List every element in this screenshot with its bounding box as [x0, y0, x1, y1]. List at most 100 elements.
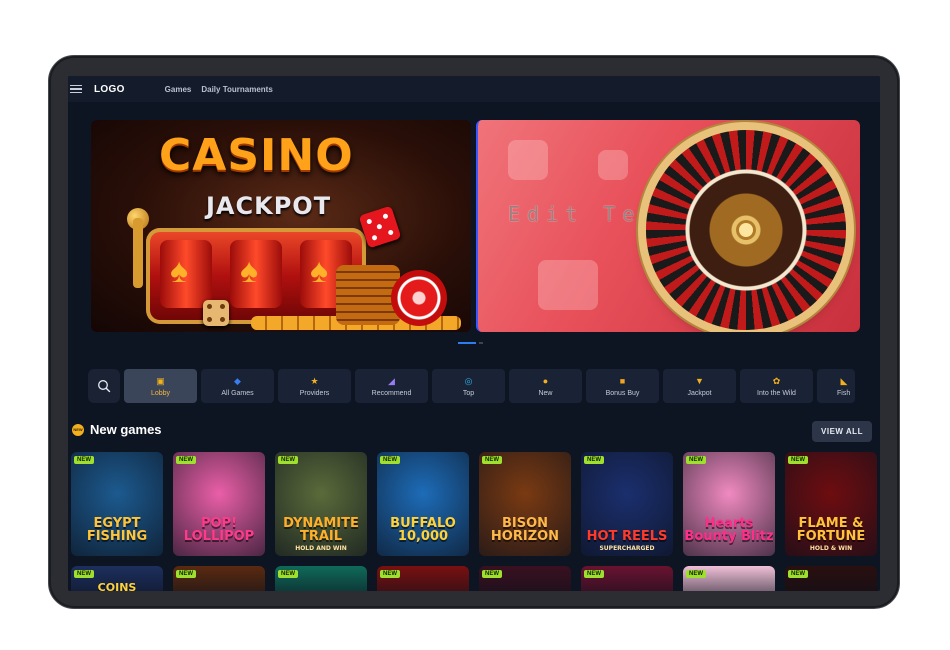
- category-new[interactable]: ● New: [509, 369, 582, 403]
- category-jackpot[interactable]: ▼ Jackpot: [663, 369, 736, 403]
- game-title: Hearts Bounty Blitz: [684, 515, 774, 545]
- new-badge: NEW: [686, 456, 706, 464]
- new-badge-icon: ●: [542, 376, 549, 386]
- game-title: BISON HORIZON: [490, 515, 560, 545]
- new-badge: NEW: [584, 570, 604, 578]
- fish-icon: ◣: [840, 376, 848, 386]
- category-all-games[interactable]: ◆ All Games: [201, 369, 274, 403]
- top-bar: LOGO Games Daily Tournaments: [68, 76, 880, 102]
- paw-icon: ✿: [772, 376, 781, 386]
- category-label: All Games: [221, 389, 254, 397]
- game-tile[interactable]: NEW: [377, 566, 469, 591]
- hamburger-menu-icon[interactable]: [70, 84, 82, 94]
- carousel-dot[interactable]: [479, 342, 483, 344]
- new-badge: NEW: [278, 456, 298, 464]
- new-badge: NEW: [380, 570, 400, 578]
- game-title: FLAME & FORTUNE: [796, 515, 866, 545]
- category-label: Fish: [837, 389, 851, 397]
- section-title: New games: [90, 422, 162, 437]
- new-badge: NEW: [788, 456, 808, 464]
- gold-dice-icon: [203, 300, 229, 326]
- game-title: COINS: [97, 581, 137, 591]
- logo[interactable]: LOGO: [94, 84, 125, 95]
- view-all-button[interactable]: VIEW ALL: [812, 421, 872, 442]
- new-badge: NEW: [380, 456, 400, 464]
- main-nav: Games Daily Tournaments: [165, 85, 273, 94]
- category-fish[interactable]: ◣ Fish: [817, 369, 855, 403]
- game-tile[interactable]: NEW HOT REELS SUPERCHARGED: [581, 452, 673, 556]
- gamepad-icon: ◆: [234, 376, 241, 386]
- slot-machine-icon: ♠ ♠ ♠: [146, 228, 366, 324]
- category-label: Bonus Buy: [605, 389, 640, 397]
- game-subtitle: HOLD & WIN: [809, 545, 853, 552]
- new-badge: NEW: [686, 570, 706, 578]
- banner-jackpot-subtitle: JACKPOT: [206, 192, 332, 220]
- game-tile[interactable]: NEW BUFFALO 10,000: [377, 452, 469, 556]
- new-badge: NEW: [584, 456, 604, 464]
- game-tile[interactable]: NEW POP! LOLLIPOP: [173, 452, 265, 556]
- game-tile[interactable]: NEW COINS: [71, 566, 163, 591]
- app-screen: LOGO Games Daily Tournaments CASINO JACK…: [68, 76, 880, 591]
- category-providers[interactable]: ★ Providers: [278, 369, 351, 403]
- game-tile[interactable]: NEW: [275, 566, 367, 591]
- game-tile[interactable]: NEW EGYPT FISHING: [71, 452, 163, 556]
- new-badge: NEW: [482, 570, 502, 578]
- new-badge: NEW: [278, 570, 298, 578]
- trophy-icon: ▼: [695, 376, 704, 386]
- game-tile[interactable]: NEW Hearts Bounty Blitz: [683, 452, 775, 556]
- category-label: Into the Wild: [757, 389, 796, 397]
- category-label: Top: [462, 389, 475, 397]
- gift-icon: ■: [619, 376, 626, 386]
- game-tile[interactable]: NEW DYNAMITE TRAIL HOLD AND WIN: [275, 452, 367, 556]
- category-label: Recommend: [371, 389, 412, 397]
- nav-daily-tournaments[interactable]: Daily Tournaments: [201, 85, 272, 94]
- game-title: EGYPT FISHING: [86, 515, 148, 545]
- megaphone-icon: ◢: [388, 376, 395, 386]
- lobby-icon: ▣: [156, 376, 165, 386]
- category-bonus-buy[interactable]: ■ Bonus Buy: [586, 369, 659, 403]
- game-title: POP! LOLLIPOP: [183, 515, 255, 545]
- game-title: DYNAMITE TRAIL: [283, 515, 359, 545]
- new-games-heading: NEW New games: [72, 422, 162, 437]
- new-games-badge-icon: NEW: [72, 423, 84, 436]
- category-lobby[interactable]: ▣ Lobby: [124, 369, 197, 403]
- search-button[interactable]: [88, 369, 120, 403]
- search-icon: [98, 380, 111, 393]
- category-label: Lobby: [150, 389, 171, 397]
- game-tile[interactable]: NEW BISON HORIZON: [479, 452, 571, 556]
- game-tile[interactable]: NEW: [785, 566, 877, 591]
- category-bar: ▣ Lobby ◆ All Games ★ Providers ◢ Recommend ◎ Top…: [88, 369, 855, 403]
- game-subtitle: HOLD AND WIN: [295, 545, 347, 552]
- category-recommend[interactable]: ◢ Recommend: [355, 369, 428, 403]
- game-tile[interactable]: NEW: [479, 566, 571, 591]
- game-tile[interactable]: NEW: [683, 566, 775, 591]
- new-badge: NEW: [74, 570, 94, 578]
- poker-chip-icon: [391, 270, 447, 326]
- roulette-wheel-icon: [646, 130, 846, 330]
- category-top[interactable]: ◎ Top: [432, 369, 505, 403]
- game-subtitle: SUPERCHARGED: [599, 545, 655, 552]
- target-icon: ◎: [464, 376, 473, 386]
- new-badge: NEW: [482, 456, 502, 464]
- new-badge: NEW: [74, 456, 94, 464]
- carousel-pagination: [458, 342, 483, 344]
- game-tile[interactable]: NEW: [581, 566, 673, 591]
- new-badge: NEW: [176, 570, 196, 578]
- category-label: Providers: [299, 389, 330, 397]
- games-grid: NEW EGYPT FISHING NEW POP! LOLLIPOP NEW DYNAM…: [71, 452, 877, 591]
- category-label: New: [538, 389, 553, 397]
- nav-games[interactable]: Games: [165, 85, 192, 94]
- game-tile[interactable]: NEW FLAME & FORTUNE HOLD & WIN: [785, 452, 877, 556]
- casino-jackpot-banner[interactable]: CASINO JACKPOT ♠ ♠ ♠: [91, 120, 471, 332]
- carousel-dot-active[interactable]: [458, 342, 476, 344]
- game-tile[interactable]: NEW: [173, 566, 265, 591]
- banner-casino-title: CASINO: [159, 130, 354, 181]
- category-into-the-wild[interactable]: ✿ Into the Wild: [740, 369, 813, 403]
- game-title: BUFFALO 10,000: [390, 515, 456, 545]
- new-badge: NEW: [788, 570, 808, 578]
- providers-icon: ★: [310, 376, 319, 386]
- roulette-banner[interactable]: Edit Text: [476, 120, 860, 332]
- new-badge: NEW: [176, 456, 196, 464]
- game-title: HOT REELS: [586, 529, 668, 545]
- category-label: Jackpot: [687, 389, 712, 397]
